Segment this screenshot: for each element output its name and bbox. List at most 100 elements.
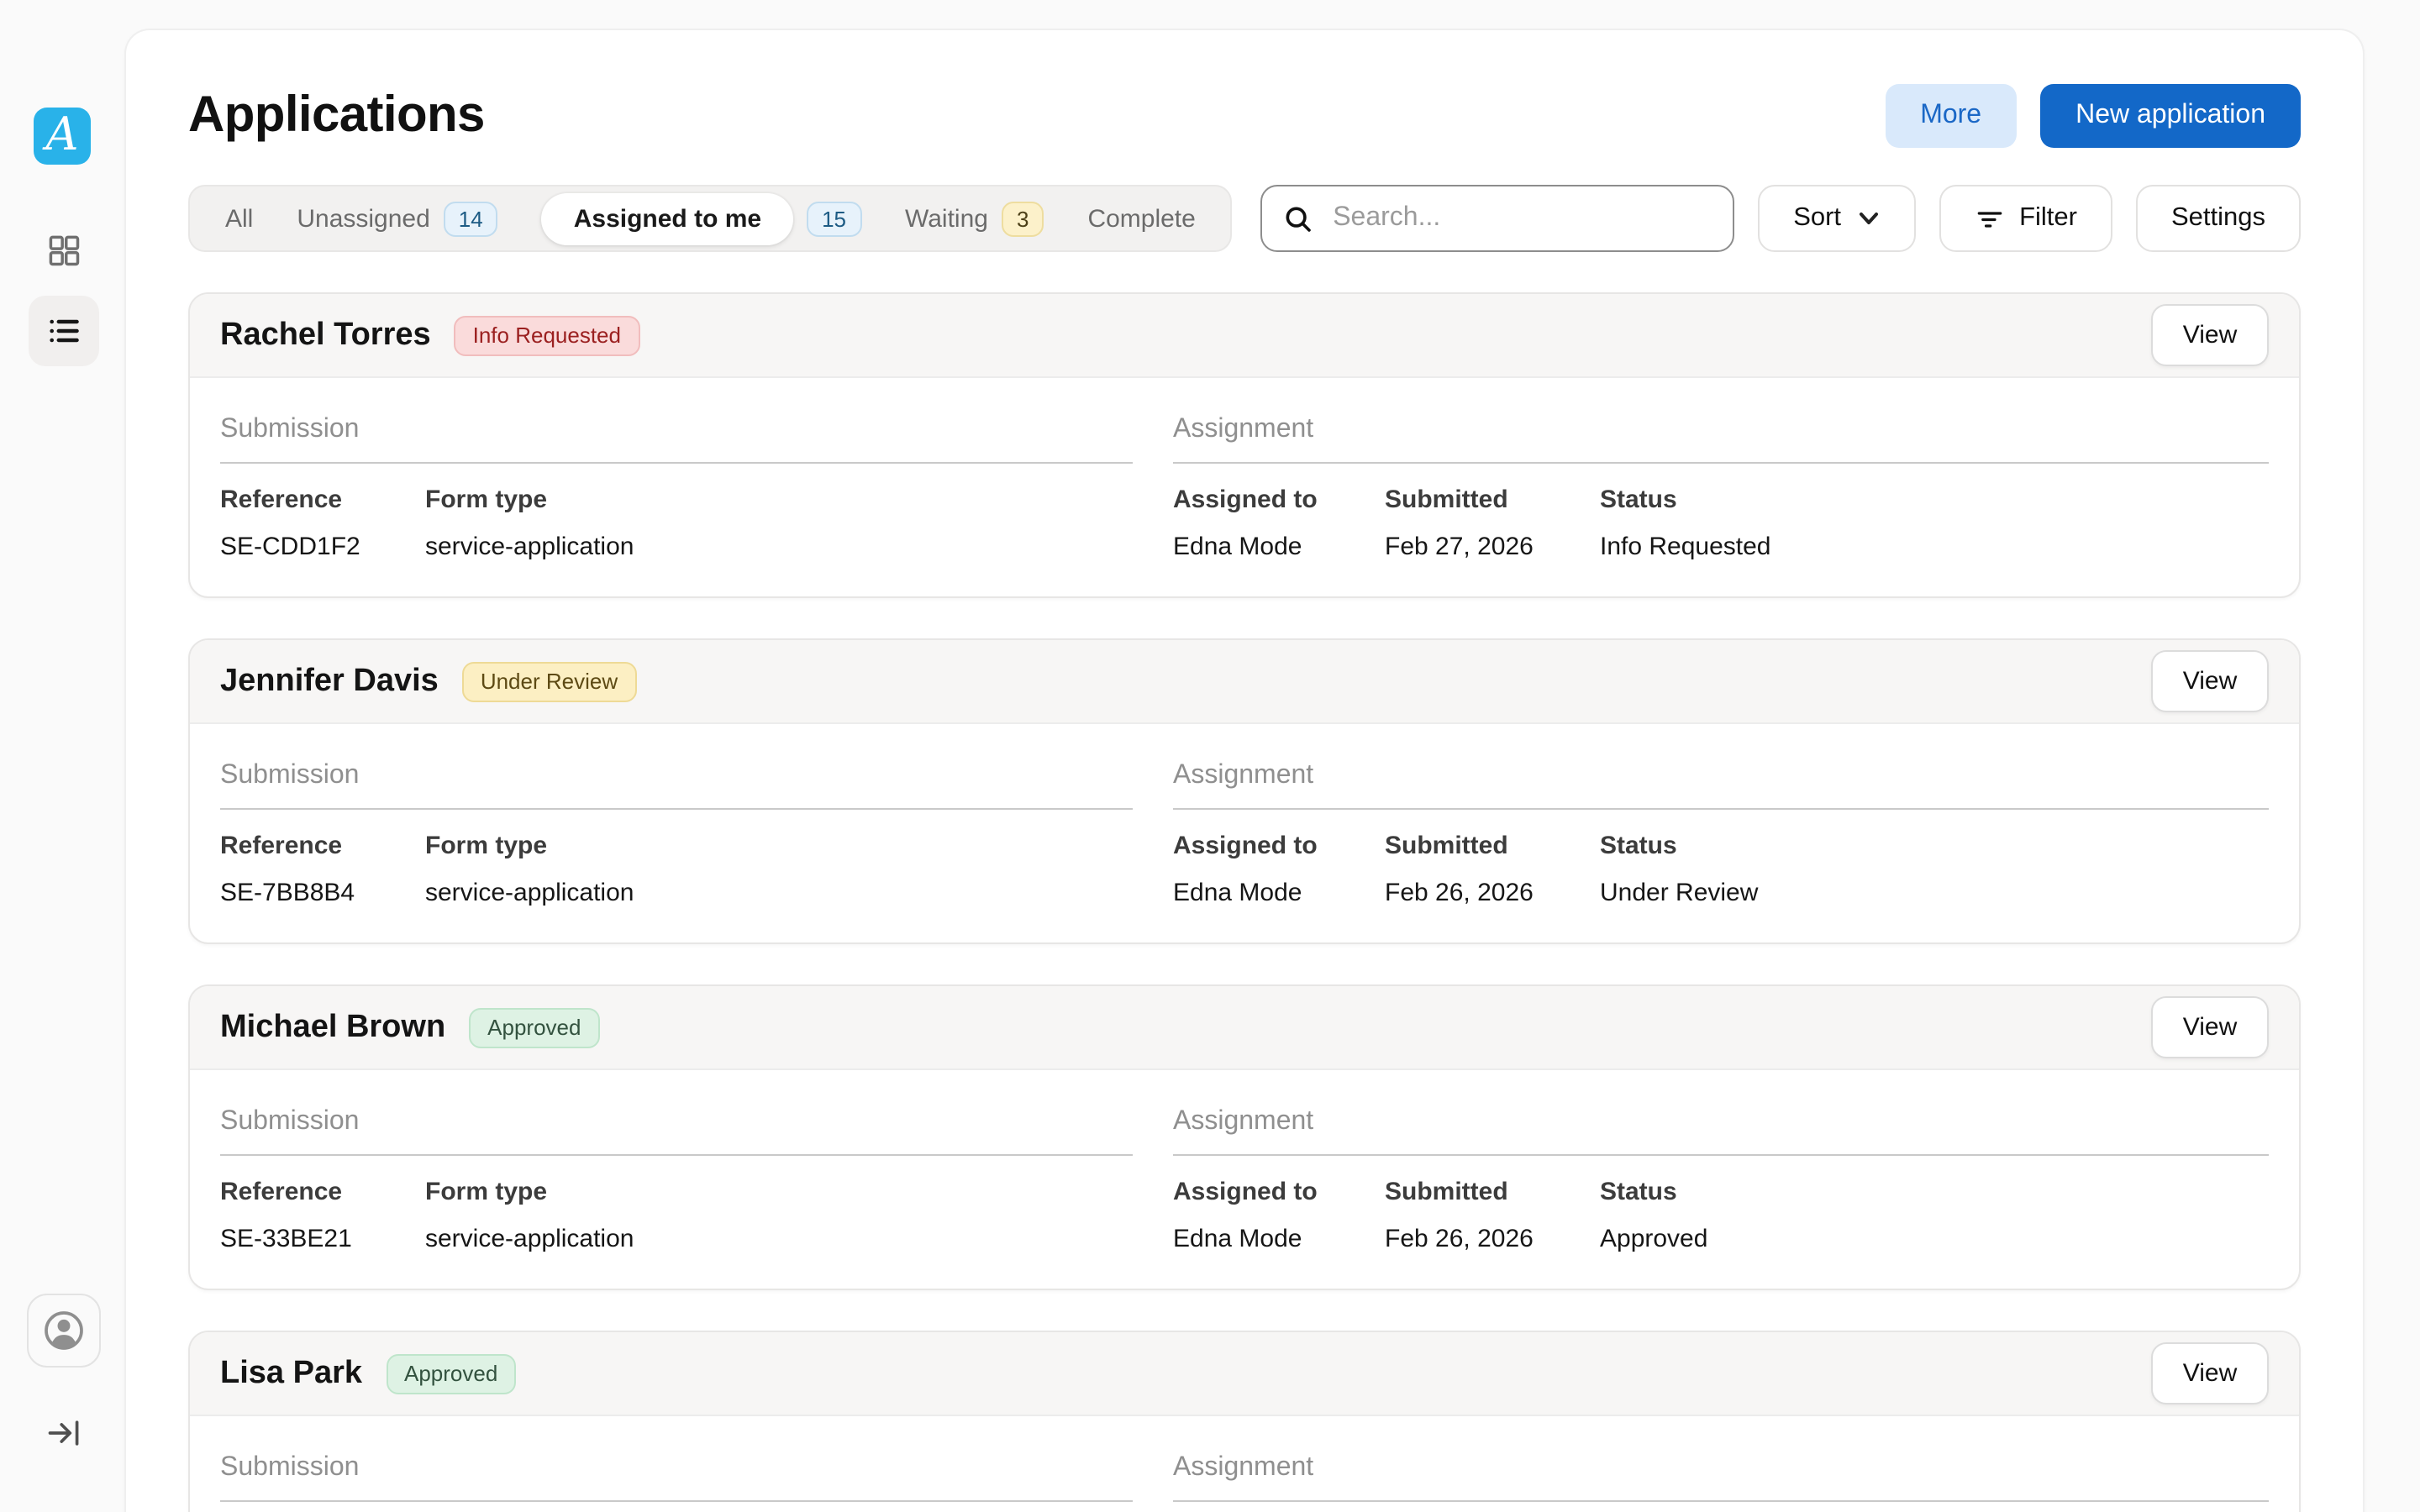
submitted-column-header: Submitted	[1385, 486, 1600, 514]
application-card-rachel-torres: Rachel Torres Info Requested View Submis…	[188, 292, 2301, 598]
applicant-name: Michael Brown	[220, 1009, 445, 1046]
status-column-header: Status	[1600, 832, 2269, 860]
assignment-section-label: Assignment	[1173, 1453, 2269, 1483]
tab-complete-label: Complete	[1087, 204, 1195, 233]
assignment-section-label: Assignment	[1173, 415, 2269, 445]
sidebar-item-applications-list[interactable]	[29, 296, 99, 366]
submission-section-label: Submission	[220, 1107, 1133, 1137]
more-button[interactable]: More	[1885, 84, 2017, 148]
view-button[interactable]: View	[2151, 1342, 2269, 1404]
applicant-name: Jennifer Davis	[220, 663, 439, 700]
assigned-to-column-header: Assigned to	[1173, 1178, 1385, 1206]
view-button[interactable]: View	[2151, 996, 2269, 1058]
reference-value: SE-CDD1F2	[220, 533, 425, 561]
submitted-column-header: Submitted	[1385, 1178, 1600, 1206]
logout-arrow-icon	[45, 1415, 82, 1452]
assignment-section: Assignment Assigned to Submitted Status …	[1173, 724, 2269, 907]
submission-section-label: Submission	[220, 415, 1133, 445]
assignment-section: Assignment Assigned to Submitted Status …	[1173, 1070, 2269, 1253]
filter-lines-icon	[1974, 203, 2004, 234]
status-column-header: Status	[1600, 486, 2269, 514]
assignment-section-label: Assignment	[1173, 761, 2269, 791]
view-button[interactable]: View	[2151, 304, 2269, 366]
search-icon	[1282, 202, 1314, 234]
assignment-section-label: Assignment	[1173, 1107, 2269, 1137]
settings-button[interactable]: Settings	[2136, 185, 2301, 252]
submission-section-label: Submission	[220, 1453, 1133, 1483]
tab-waiting-label: Waiting	[905, 204, 988, 233]
submission-section: Submission Reference Form type SE-CDD1F2…	[220, 378, 1133, 561]
new-application-button[interactable]: New application	[2040, 84, 2301, 148]
card-header: Jennifer Davis Under Review View	[190, 640, 2299, 724]
status-value: Approved	[1600, 1225, 2269, 1253]
applicant-name: Lisa Park	[220, 1355, 362, 1392]
section-divider	[220, 462, 1133, 464]
assigned-to-column-header: Assigned to	[1173, 832, 1385, 860]
card-header: Lisa Park Approved View	[190, 1332, 2299, 1416]
application-card-lisa-park: Lisa Park Approved View Submission	[188, 1331, 2301, 1512]
form-type-value: service-application	[425, 1225, 1133, 1253]
section-divider	[220, 1500, 1133, 1502]
person-icon	[40, 1307, 87, 1354]
assigned-to-value: Edna Mode	[1173, 533, 1385, 561]
submitted-column-header: Submitted	[1385, 832, 1600, 860]
assigned-to-column-header: Assigned to	[1173, 486, 1385, 514]
header-actions: More New application	[1885, 84, 2301, 148]
grid-icon	[45, 232, 82, 269]
section-divider	[1173, 462, 2269, 464]
tab-assigned-to-me[interactable]: Assigned to me 15	[520, 192, 883, 244]
main-panel: Applications More New application All Un…	[126, 30, 2363, 1512]
reference-column-header: Reference	[220, 486, 425, 514]
settings-button-label: Settings	[2171, 203, 2265, 234]
tab-waiting[interactable]: Waiting 3	[883, 201, 1065, 236]
reference-column-header: Reference	[220, 1178, 425, 1206]
list-icon	[45, 312, 82, 349]
assigned-to-value: Edna Mode	[1173, 879, 1385, 907]
form-type-value: service-application	[425, 879, 1133, 907]
status-badge: Approved	[469, 1007, 599, 1047]
status-badge: Under Review	[462, 661, 636, 701]
form-type-column-header: Form type	[425, 486, 1133, 514]
sidebar-logout-button[interactable]	[0, 1415, 126, 1452]
application-card-jennifer-davis: Jennifer Davis Under Review View Submiss…	[188, 638, 2301, 944]
view-button[interactable]: View	[2151, 650, 2269, 712]
tab-complete[interactable]: Complete	[1065, 204, 1217, 233]
filter-button[interactable]: Filter	[1939, 185, 2112, 252]
submission-section-label: Submission	[220, 761, 1133, 791]
form-type-column-header: Form type	[425, 832, 1133, 860]
app-logo[interactable]: A	[34, 108, 91, 165]
page-header: Applications More New application	[188, 84, 2301, 148]
form-type-column-header: Form type	[425, 1178, 1133, 1206]
reference-value: SE-33BE21	[220, 1225, 425, 1253]
section-divider	[1173, 1154, 2269, 1156]
applications-list: Rachel Torres Info Requested View Submis…	[188, 292, 2301, 1512]
filter-tabs: All Unassigned 14 Assigned to me 15 Wait…	[188, 185, 1233, 252]
user-avatar-button[interactable]	[27, 1294, 101, 1368]
section-divider	[220, 1154, 1133, 1156]
submission-section: Submission	[220, 1416, 1133, 1512]
card-body: Submission Reference Form type SE-7BB8B4…	[190, 724, 2299, 907]
search-input[interactable]	[1329, 202, 1712, 235]
sidebar-item-dashboard[interactable]	[0, 232, 126, 269]
logo-letter: A	[46, 112, 79, 157]
sort-button[interactable]: Sort	[1758, 185, 1915, 252]
submitted-value: Feb 27, 2026	[1385, 533, 1600, 561]
card-header: Rachel Torres Info Requested View	[190, 294, 2299, 378]
toolbar: All Unassigned 14 Assigned to me 15 Wait…	[188, 185, 2301, 252]
tab-all[interactable]: All	[203, 204, 275, 233]
submitted-value: Feb 26, 2026	[1385, 879, 1600, 907]
assignment-section: Assignment	[1173, 1416, 2269, 1512]
tab-all-label: All	[225, 204, 253, 233]
tab-waiting-count: 3	[1002, 201, 1044, 236]
search-box[interactable]	[1260, 185, 1734, 252]
tab-assigned-to-me-label: Assigned to me	[542, 192, 793, 244]
filter-button-label: Filter	[2019, 203, 2077, 234]
form-type-value: service-application	[425, 533, 1133, 561]
status-badge: Info Requested	[455, 315, 639, 355]
sidebar: A	[0, 0, 126, 1512]
chevron-down-icon	[1856, 207, 1880, 230]
status-column-header: Status	[1600, 1178, 2269, 1206]
tab-unassigned[interactable]: Unassigned 14	[275, 201, 519, 236]
status-value: Info Requested	[1600, 533, 2269, 561]
sort-button-label: Sort	[1793, 203, 1841, 234]
